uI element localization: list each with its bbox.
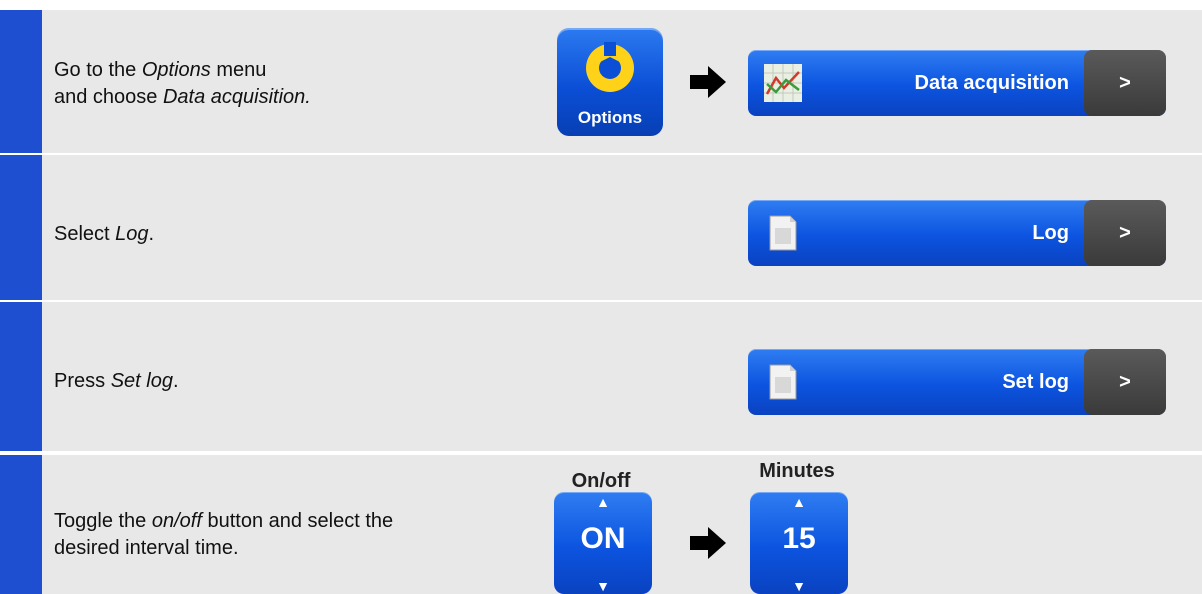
instruction-text: menu bbox=[210, 59, 267, 81]
instruction-text: . bbox=[148, 223, 155, 245]
instruction-text: button and select the bbox=[201, 510, 394, 532]
chevron-up-icon[interactable]: ▲ bbox=[750, 494, 848, 510]
minutes-spinner[interactable]: ▲ 15 ▼ bbox=[750, 492, 848, 594]
instruction-text: and choose bbox=[54, 86, 163, 108]
instruction-emphasis: on/off bbox=[151, 510, 202, 532]
onoff-spinner[interactable]: ▲ ON ▼ bbox=[554, 492, 652, 594]
chevron-up-icon[interactable]: ▲ bbox=[554, 494, 652, 510]
instruction-emphasis: Log bbox=[115, 223, 149, 245]
instruction-emphasis: Set log bbox=[110, 370, 173, 392]
step-instruction: Press Set log. bbox=[54, 368, 179, 395]
document-icon bbox=[769, 364, 797, 400]
chevron-right-icon[interactable]: > bbox=[1084, 200, 1166, 266]
menu-button-label: Data acquisition bbox=[914, 72, 1069, 94]
instruction-text: Toggle the bbox=[54, 510, 152, 532]
chevron-down-icon[interactable]: ▼ bbox=[750, 578, 848, 594]
chevron-right-icon[interactable]: > bbox=[1084, 50, 1166, 116]
instruction-emphasis: Data acquisition. bbox=[162, 86, 311, 108]
arrow-right-icon bbox=[690, 66, 726, 98]
minutes-title: Minutes bbox=[759, 460, 835, 482]
graph-icon bbox=[764, 64, 802, 102]
menu-button-label: Set log bbox=[1002, 371, 1069, 393]
instruction-text: Select bbox=[54, 223, 116, 245]
step-row-options: Go to the Options menu and choose Data a… bbox=[0, 10, 1202, 153]
step-instruction: Toggle the on/off button and select the … bbox=[54, 508, 393, 562]
set-log-button[interactable]: Set log > bbox=[748, 349, 1166, 415]
instruction-text: Go to the bbox=[54, 59, 142, 81]
step-row-log: Select Log. Log > bbox=[0, 155, 1202, 300]
data-acquisition-button[interactable]: Data acquisition > bbox=[748, 50, 1166, 116]
onoff-value: ON bbox=[580, 522, 626, 555]
step-row-set-log: Press Set log. Set log > bbox=[0, 302, 1202, 451]
step-accent-bar bbox=[0, 10, 42, 153]
instruction-text: Press bbox=[54, 370, 111, 392]
wrench-icon bbox=[586, 42, 634, 92]
menu-button-label: Log bbox=[1032, 222, 1069, 244]
step-accent-bar bbox=[0, 155, 42, 300]
onoff-title: On/off bbox=[571, 470, 631, 492]
arrow-right-icon bbox=[690, 527, 726, 559]
document-icon bbox=[769, 215, 797, 251]
log-button[interactable]: Log > bbox=[748, 200, 1166, 266]
options-button[interactable]: Options bbox=[557, 28, 663, 136]
instruction-emphasis: Options bbox=[141, 59, 211, 81]
chevron-down-icon[interactable]: ▼ bbox=[554, 578, 652, 594]
step-accent-bar bbox=[0, 302, 42, 451]
step-accent-bar bbox=[0, 455, 42, 594]
options-label: Options bbox=[577, 108, 643, 127]
minutes-value: 15 bbox=[782, 522, 816, 555]
chevron-right-icon[interactable]: > bbox=[1084, 349, 1166, 415]
step-instruction: Go to the Options menu and choose Data a… bbox=[54, 57, 311, 111]
instruction-text: desired interval time. bbox=[54, 537, 239, 559]
instruction-text: . bbox=[172, 370, 179, 392]
step-instruction: Select Log. bbox=[54, 221, 154, 248]
